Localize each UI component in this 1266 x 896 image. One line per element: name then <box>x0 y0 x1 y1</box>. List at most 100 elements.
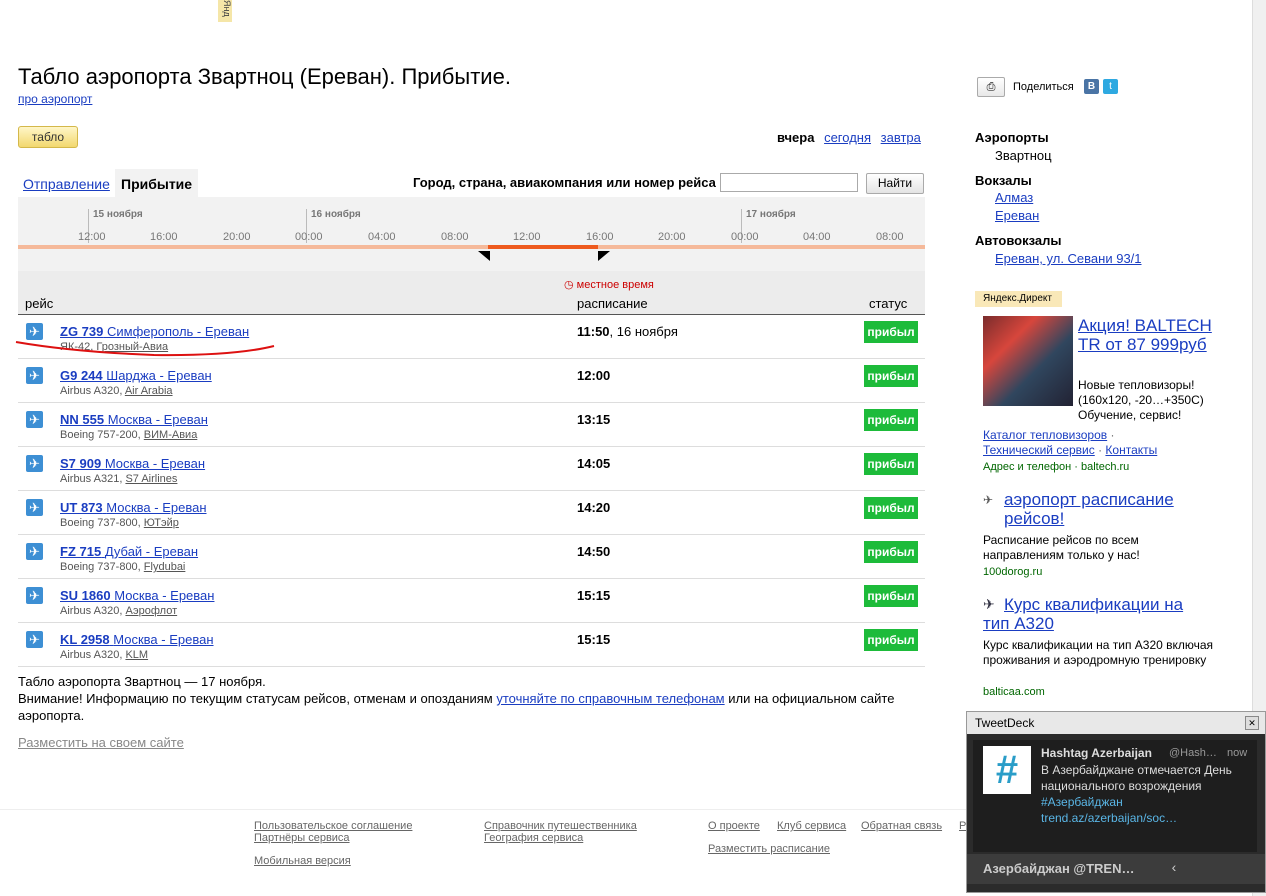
airline-link[interactable]: ВИМ-Авиа <box>144 429 198 441</box>
arrival-time: 14:05 <box>577 456 611 471</box>
ad3-domain[interactable]: balticaa.com <box>983 686 1045 698</box>
hashtag-avatar-icon: # <box>983 746 1031 794</box>
tweet-hashtag[interactable]: #Азербайджан <box>1041 794 1253 810</box>
flight-link[interactable]: G9 244 Шарджа - Ереван <box>60 368 212 383</box>
ad1-links: Каталог тепловизоров · <box>983 428 1115 442</box>
aircraft-info: Boeing 737-800, ЮТэйр <box>60 517 179 529</box>
table-row: ✈ NN 555 Москва - Ереван Boeing 757-200, В… <box>18 403 925 447</box>
timeline-hour: 08:00 <box>876 231 904 243</box>
timeline-hour: 16:00 <box>586 231 614 243</box>
ad1-domain[interactable]: Адрес и телефон · baltech.ru <box>983 461 1129 473</box>
airline-link[interactable]: KLM <box>125 649 148 661</box>
day-today-link[interactable]: сегодня <box>824 130 871 145</box>
airline-link[interactable]: Аэрофлот <box>125 605 177 617</box>
schedule-time: 15:15 <box>577 588 610 603</box>
footer-link-place-schedule[interactable]: Разместить расписание <box>708 843 830 855</box>
flight-route: Дубай - Ереван <box>104 544 199 559</box>
yandex-top-tag: Янд <box>218 0 232 22</box>
sidebar-station-almaz[interactable]: Алмаз <box>995 190 1033 205</box>
ad1-title[interactable]: Акция! BALTECH TR от 87 999руб <box>1078 316 1218 354</box>
ad-thermal-camera-image[interactable] <box>983 316 1073 406</box>
status-badge: прибыл <box>864 541 918 563</box>
col-flight: рейс <box>25 296 54 311</box>
arrival-time: 11:50 <box>577 324 610 339</box>
ad2-domain[interactable]: 100dorog.ru <box>983 566 1042 578</box>
tweetdeck-header: TweetDeck ✕ <box>967 712 1265 734</box>
schedule-time: 12:00 <box>577 368 610 383</box>
timeline-selected-range[interactable] <box>488 245 598 249</box>
flight-number: KL 2958 <box>60 632 110 647</box>
airline-link[interactable]: Air Arabia <box>125 385 173 397</box>
col-schedule: расписание <box>577 296 648 311</box>
ad1-link-contacts[interactable]: Контакты <box>1105 443 1157 457</box>
tab-arrival[interactable]: Прибытие <box>115 169 199 197</box>
about-airport-link[interactable]: про аэропорт <box>18 92 92 106</box>
phone-info-link[interactable]: уточняйте по справочным телефонам <box>496 691 724 706</box>
search-button[interactable]: Найти <box>866 173 924 194</box>
status-badge: прибыл <box>864 453 918 475</box>
ad3-title[interactable]: Курс квалификации на тип А320 <box>983 595 1198 633</box>
vk-icon[interactable]: В <box>1084 79 1099 94</box>
footer-note-line1: Табло аэропорта Звартноц — 17 ноября. <box>18 674 266 689</box>
day-tomorrow-link[interactable]: завтра <box>881 130 921 145</box>
aircraft-type: Boeing 757-200, <box>60 429 141 441</box>
timeline-hour: 12:00 <box>78 231 106 243</box>
ad2-title[interactable]: аэропорт расписание рейсов! <box>1004 490 1204 528</box>
day-nav: вчера сегодня завтра <box>777 130 921 145</box>
table-row: ✈ G9 244 Шарджа - Ереван Airbus A320, Air … <box>18 359 925 403</box>
col-status: статус <box>869 296 908 311</box>
status-badge: прибыл <box>864 497 918 519</box>
footer-link-geo[interactable]: География сервиса <box>484 832 583 844</box>
flight-route: Москва - Ереван <box>113 632 214 647</box>
flight-link[interactable]: FZ 715 Дубай - Ереван <box>60 544 198 559</box>
flight-link[interactable]: SU 1860 Москва - Ереван <box>60 588 214 603</box>
range-end-handle[interactable] <box>598 251 610 261</box>
print-icon[interactable]: ⎙ <box>977 77 1005 97</box>
sidebar-bus-item[interactable]: Ереван, ул. Севани 93/1 <box>995 251 1142 266</box>
footer-link-feedback[interactable]: Обратная связь <box>861 820 942 832</box>
flight-link[interactable]: UT 873 Москва - Ереван <box>60 500 207 515</box>
tweetdeck-popup[interactable]: TweetDeck ✕ # Hashtag Azerbaijan @Hash… … <box>966 711 1266 893</box>
ad2-text: Расписание рейсов по всем направлениям т… <box>983 533 1140 562</box>
footer-link-club[interactable]: Клуб сервиса <box>777 820 846 832</box>
airline-link[interactable]: ЮТэйр <box>144 517 179 529</box>
red-underline-annotation <box>15 341 275 357</box>
flight-link[interactable]: KL 2958 Москва - Ереван <box>60 632 214 647</box>
ad1-link-catalog[interactable]: Каталог тепловизоров <box>983 428 1107 442</box>
tab-departure[interactable]: Отправление <box>23 176 110 192</box>
footer-link-about[interactable]: О проекте <box>708 820 760 832</box>
airline-link[interactable]: Flydubai <box>144 561 186 573</box>
close-icon[interactable]: ✕ <box>1245 716 1259 730</box>
twitter-icon[interactable]: t <box>1103 79 1118 94</box>
tweet-link[interactable]: trend.az/azerbaijan/soc… <box>1041 810 1253 826</box>
flight-link[interactable]: ZG 739 Симферополь - Ереван <box>60 324 249 339</box>
flight-link[interactable]: NN 555 Москва - Ереван <box>60 412 208 427</box>
search-label: Город, страна, авиакомпания или номер ре… <box>413 175 716 190</box>
tablo-button[interactable]: табло <box>18 126 78 148</box>
sidebar-station-yerevan[interactable]: Ереван <box>995 208 1039 223</box>
footer-link-partners[interactable]: Партнёры сервиса <box>254 832 350 844</box>
ad1-link-service[interactable]: Технический сервис <box>983 443 1095 457</box>
aircraft-type: Airbus A320, <box>60 605 123 617</box>
arrival-time: 13:15 <box>577 412 611 427</box>
flight-route: Москва - Ереван <box>106 500 207 515</box>
footer-link-guide[interactable]: Справочник путешественника <box>484 820 637 832</box>
ad3-text: Курс квалификации на тип А320 включая пр… <box>983 638 1214 667</box>
schedule-time: 11:50, 16 ноября <box>577 324 678 339</box>
airline-link[interactable]: S7 Airlines <box>125 473 177 485</box>
plane-icon: ✈ <box>26 587 43 604</box>
timeline[interactable]: 15 ноября 16 ноября 17 ноября 12:00 16:0… <box>18 197 925 271</box>
footer-link-mobile[interactable]: Мобильная версия <box>254 855 351 867</box>
footer-link-terms[interactable]: Пользовательское соглашение <box>254 820 412 832</box>
table-row: ✈ KL 2958 Москва - Ереван Airbus A320, KLM… <box>18 623 925 667</box>
flight-number: SU 1860 <box>60 588 111 603</box>
range-start-handle[interactable] <box>478 251 490 261</box>
search-input[interactable] <box>720 173 858 192</box>
embed-on-site-link[interactable]: Разместить на своем сайте <box>18 735 184 750</box>
timeline-hour: 04:00 <box>803 231 831 243</box>
tweet-card[interactable]: # Hashtag Azerbaijan @Hash… now В Азерба… <box>973 740 1257 852</box>
timeline-hour: 12:00 <box>513 231 541 243</box>
chevron-left-icon[interactable]: ‹ <box>1159 859 1189 879</box>
status-badge: прибыл <box>864 629 918 651</box>
flight-link[interactable]: S7 909 Москва - Ереван <box>60 456 205 471</box>
